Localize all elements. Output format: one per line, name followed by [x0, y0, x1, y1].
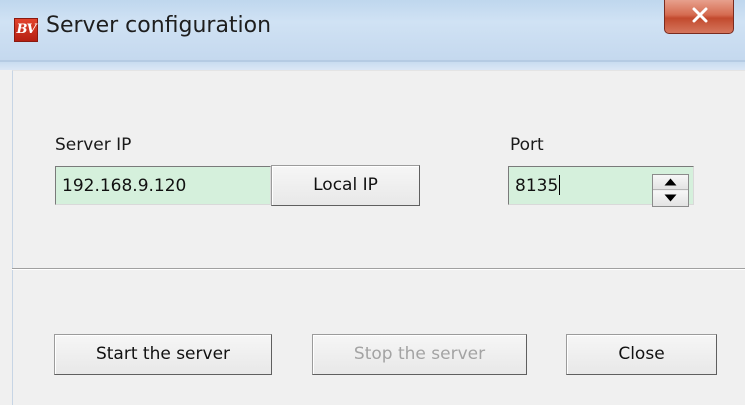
server-ip-label: Server IP — [55, 135, 132, 155]
server-configuration-window: BV Server configuration Server IP 192.16… — [0, 0, 745, 405]
window-close-button[interactable] — [664, 0, 734, 34]
title-bar[interactable]: BV Server configuration — [0, 0, 745, 62]
text-caret — [559, 175, 561, 195]
local-ip-button[interactable]: Local IP — [271, 165, 420, 206]
start-server-button[interactable]: Start the server — [54, 334, 272, 375]
port-increment-button[interactable] — [653, 175, 688, 190]
port-value: 8135 — [515, 176, 559, 196]
arrow-down-icon — [664, 194, 677, 202]
port-label: Port — [510, 135, 544, 155]
close-button[interactable]: Close — [566, 334, 717, 375]
app-logo-icon: BV — [14, 18, 38, 42]
window-title: Server configuration — [46, 13, 272, 38]
server-ip-input[interactable]: 192.168.9.120 — [55, 166, 271, 205]
port-decrement-button[interactable] — [653, 191, 688, 206]
stop-server-button[interactable]: Stop the server — [312, 334, 527, 375]
section-separator — [12, 268, 745, 270]
arrow-up-icon — [664, 178, 677, 186]
port-spinner[interactable] — [652, 174, 689, 207]
frame-edge — [0, 62, 745, 70]
close-icon — [692, 7, 708, 23]
